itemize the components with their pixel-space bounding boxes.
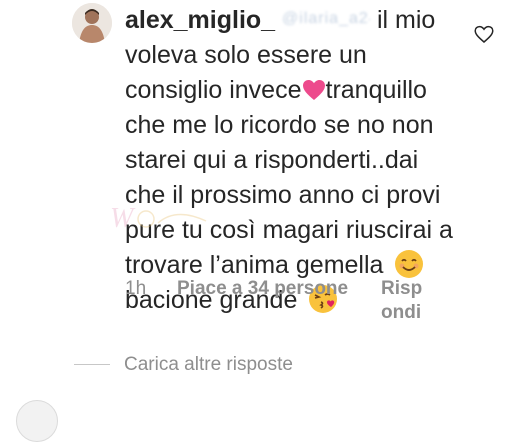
avatar[interactable] [72, 3, 112, 43]
heart-emoji-icon [302, 76, 326, 100]
mention-link[interactable]: @ilaria_a24 [282, 8, 370, 30]
comment-username[interactable]: alex_miglio_ [125, 6, 275, 34]
next-comment-avatar[interactable] [16, 400, 58, 442]
replies-divider [74, 364, 110, 365]
svg-text:W: W [110, 203, 136, 234]
likes-count-link[interactable]: Piace a 34 persone [177, 277, 348, 301]
like-heart-icon[interactable] [474, 25, 494, 44]
watermark-logo-icon: W [110, 203, 207, 234]
user-photo-icon [72, 3, 112, 43]
comment-body: alex_miglio_ @ilaria_a24 il mio voleva s… [125, 3, 465, 318]
reply-button[interactable]: Rispondi [381, 277, 431, 325]
comment-time: 1h [125, 278, 147, 299]
load-more-replies-button[interactable]: Carica altre risposte [124, 354, 293, 376]
smiling-face-icon [394, 249, 424, 279]
